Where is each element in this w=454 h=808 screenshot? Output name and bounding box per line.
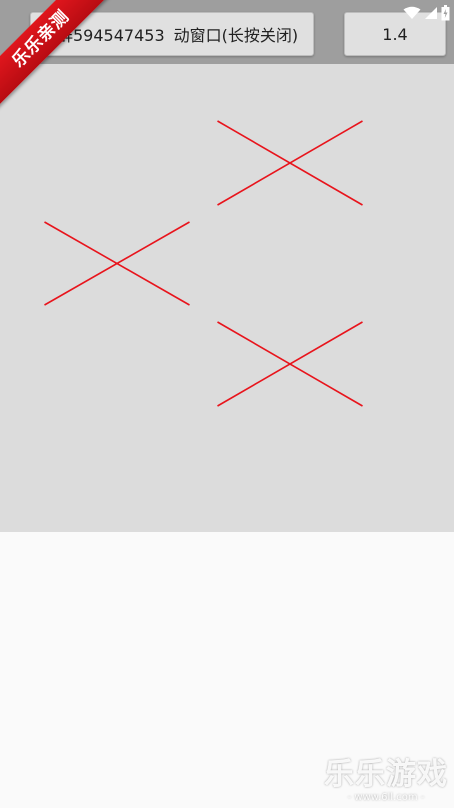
top-toolbar: 群594547453 动窗口(长按关闭) 1.4 xyxy=(0,0,454,64)
click-marker-cross xyxy=(217,120,363,206)
brand-title: 乐乐游戏 xyxy=(324,757,448,792)
floating-window-button[interactable]: 群594547453 动窗口(长按关闭) xyxy=(30,12,314,56)
status-bar-icons xyxy=(403,4,450,22)
group-number-label: 群594547453 xyxy=(57,26,165,45)
wifi-icon xyxy=(403,6,421,19)
battery-icon xyxy=(441,5,450,21)
brand-url: - www.6ll.com - xyxy=(347,792,425,803)
cell-signal-icon xyxy=(425,7,437,19)
brand-watermark: 乐乐游戏 - www.6ll.com - xyxy=(324,758,448,804)
click-marker-cross xyxy=(44,221,190,306)
zoom-value: 1.4 xyxy=(382,24,408,44)
click-marker-cross xyxy=(217,321,363,407)
floating-window-label: 动窗口(长按关闭) xyxy=(173,26,299,45)
drawing-canvas[interactable] xyxy=(0,64,454,532)
